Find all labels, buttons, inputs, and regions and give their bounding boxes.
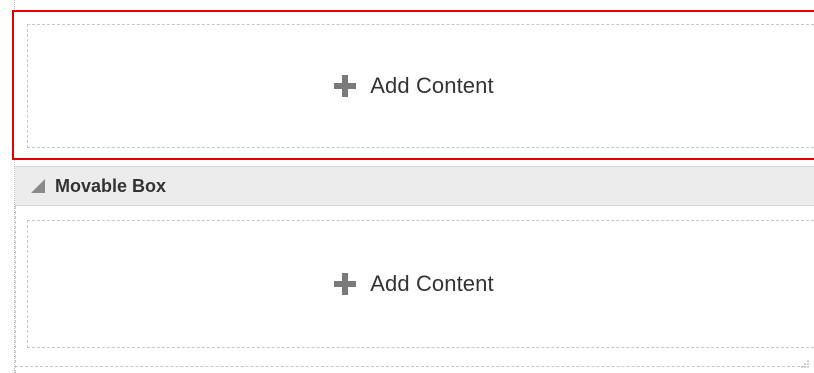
add-content-label: Add Content	[370, 73, 494, 98]
page-layout-canvas: Add Content Movable Box Add Content	[0, 0, 814, 373]
plus-icon	[334, 75, 357, 97]
top-add-content-area[interactable]: Add Content	[27, 24, 814, 148]
resize-handle-icon[interactable]	[800, 359, 810, 369]
movable-box-title: Movable Box	[55, 175, 167, 196]
plus-icon	[334, 273, 357, 295]
movable-box-bottom-border	[15, 366, 805, 367]
movable-add-content-button[interactable]: Add Content	[334, 271, 494, 297]
movable-box-header[interactable]: Movable Box	[15, 166, 814, 206]
top-add-content-button[interactable]: Add Content	[334, 73, 494, 99]
movable-add-content-area[interactable]: Add Content	[27, 220, 814, 348]
triangle-collapse-icon[interactable]	[31, 179, 45, 193]
add-content-label: Add Content	[370, 271, 494, 296]
